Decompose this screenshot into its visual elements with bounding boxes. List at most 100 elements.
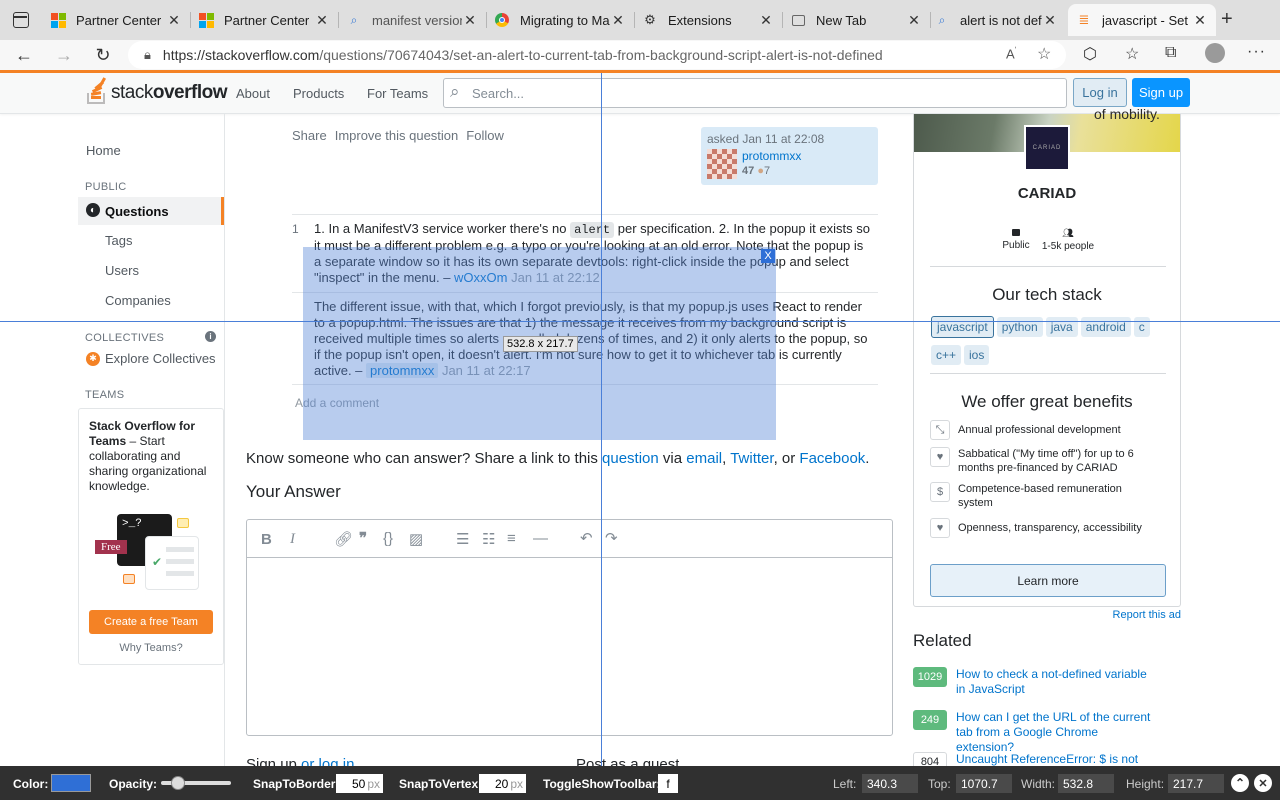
code-icon[interactable]: {}	[383, 530, 393, 547]
browser-tab[interactable]: ⌕ alert is not defined ✕	[926, 4, 1066, 36]
ordered-list-icon[interactable]: ☰	[456, 530, 469, 548]
unordered-list-icon[interactable]: ☷	[482, 530, 495, 548]
close-tab-icon[interactable]: ✕	[906, 12, 922, 29]
company-logo[interactable]: CARIAD	[1024, 125, 1070, 171]
close-tab-icon[interactable]: ✕	[1042, 12, 1058, 29]
login-link[interactable]: or log in	[301, 756, 354, 766]
sidebar-item-companies[interactable]: Companies	[105, 286, 171, 315]
browser-tab[interactable]: Migrating to Manifest ✕	[486, 4, 634, 36]
more-icon[interactable]: ···	[1247, 43, 1266, 61]
close-tab-icon[interactable]: ✕	[1192, 12, 1208, 29]
new-tab-icon[interactable]: +	[1221, 8, 1233, 31]
browser-tab[interactable]: New Tab ✕	[782, 4, 930, 36]
why-teams-link[interactable]: Why Teams?	[79, 642, 223, 654]
height-input[interactable]: 217.7	[1168, 774, 1224, 793]
opacity-slider-thumb[interactable]	[171, 776, 185, 790]
tag-c[interactable]: c	[1133, 317, 1150, 337]
favorites-icon[interactable]: ☆	[1125, 44, 1139, 64]
image-icon[interactable]: ▨	[409, 530, 423, 548]
heading-icon[interactable]: ≡	[507, 530, 516, 547]
left-input[interactable]: 340.3	[862, 774, 918, 793]
url-field[interactable]: 🔒︎ https://stackoverflow.com/questions/7…	[128, 41, 1066, 69]
related-item[interactable]: 804 Uncaught ReferenceError: $ is not	[913, 752, 1156, 766]
browser-tab[interactable]: ⚙ Extensions ✕	[634, 4, 782, 36]
browser-tab[interactable]: Partner Center ✕	[190, 4, 338, 36]
tag-python[interactable]: python	[996, 317, 1043, 337]
italic-icon[interactable]: I	[290, 531, 295, 548]
info-icon[interactable]: i	[205, 331, 216, 342]
sidebar-item-tags[interactable]: Tags	[105, 226, 132, 255]
sidebar-item-explore-collectives[interactable]: ✱ Explore Collectives	[86, 344, 216, 373]
related-link[interactable]: Uncaught ReferenceError: $ is not	[956, 752, 1156, 766]
url-host: https://stackoverflow.com	[162, 47, 320, 63]
horizontal-rule-icon[interactable]: —	[533, 530, 548, 547]
nav-about[interactable]: About	[236, 86, 270, 101]
undo-icon[interactable]: ↶	[580, 529, 593, 547]
tag-java[interactable]: java	[1045, 317, 1078, 337]
redo-icon[interactable]: ↷	[605, 529, 618, 547]
nav-for-teams[interactable]: For Teams	[367, 86, 428, 101]
read-aloud-icon[interactable]: Aʼ	[1006, 46, 1016, 61]
question-link[interactable]: question	[602, 450, 659, 467]
report-ad-link[interactable]: Report this ad	[1113, 609, 1181, 621]
close-tab-icon[interactable]: ✕	[166, 12, 182, 29]
link-icon[interactable]: 🔗︎	[334, 530, 353, 548]
related-link[interactable]: How to check a not-defined variable in J…	[956, 667, 1156, 697]
close-tab-icon[interactable]: ✕	[314, 12, 330, 29]
stackoverflow-logo[interactable]: stack overflow	[85, 77, 227, 108]
close-tab-icon[interactable]: ✕	[758, 12, 774, 29]
close-tab-icon[interactable]: ✕	[462, 12, 478, 29]
twitter-link[interactable]: Twitter	[730, 450, 773, 467]
quote-icon[interactable]: ❞	[359, 529, 367, 547]
browser-tab[interactable]: Partner Center ✕	[42, 4, 190, 36]
facebook-link[interactable]: Facebook	[799, 450, 865, 467]
tab-actions-icon[interactable]	[13, 12, 29, 28]
learn-more-button[interactable]: Learn more	[930, 564, 1166, 597]
color-swatch[interactable]	[51, 774, 91, 792]
snap-vertex-input[interactable]: 20 px	[479, 774, 526, 793]
improve-question-link[interactable]: Improve this question	[335, 128, 459, 143]
avatar[interactable]	[707, 149, 737, 179]
create-team-button[interactable]: Create a free Team	[89, 610, 213, 634]
answer-textarea[interactable]	[247, 559, 892, 735]
related-item[interactable]: 249 How can I get the URL of the current…	[913, 710, 1156, 755]
tag-android[interactable]: android	[1080, 317, 1131, 337]
tag-ios[interactable]: ios	[964, 345, 990, 365]
collections-icon[interactable]: ⧉	[1165, 44, 1176, 62]
email-link[interactable]: email	[686, 450, 722, 467]
refresh-icon[interactable]: ↻	[91, 43, 115, 67]
profile-avatar[interactable]	[1205, 43, 1225, 63]
opacity-slider[interactable]	[161, 776, 231, 790]
sidebar-item-questions[interactable]: ◐ Questions	[78, 197, 224, 225]
bold-icon[interactable]: B	[261, 531, 272, 548]
company-name[interactable]: CARIAD	[914, 185, 1180, 202]
related-item[interactable]: 1029 How to check a not-defined variable…	[913, 667, 1156, 697]
nav-products[interactable]: Products	[293, 86, 344, 101]
share-link[interactable]: Share	[292, 128, 327, 143]
related-link[interactable]: How can I get the URL of the current tab…	[956, 710, 1156, 755]
browser-tab[interactable]: ⌕ manifest version ✕	[338, 4, 486, 36]
follow-link[interactable]: Follow	[466, 128, 504, 143]
forward-icon[interactable]: →	[52, 43, 76, 67]
width-input[interactable]: 532.8	[1058, 774, 1114, 793]
extensions-icon[interactable]: ⬡	[1083, 44, 1097, 64]
favorite-add-icon[interactable]: ☆	[1037, 44, 1051, 64]
tag-javascript[interactable]: javascript	[931, 316, 994, 338]
login-button[interactable]: Log in	[1073, 78, 1127, 107]
search-input[interactable]: ⌕ Search...	[443, 78, 1067, 108]
snap-border-input[interactable]: 50 px	[336, 774, 383, 793]
sidebar-item-users[interactable]: Users	[105, 256, 139, 285]
close-toolbar-icon[interactable]: ✕	[1254, 774, 1272, 792]
toggle-toolbar-key[interactable]: f	[658, 774, 678, 793]
selection-close-button[interactable]: X	[761, 249, 775, 263]
browser-tab-active[interactable]: ≣ javascript - Set an alert ✕	[1068, 4, 1216, 36]
signup-button[interactable]: Sign up	[1132, 78, 1190, 107]
author-link[interactable]: protommxx	[742, 149, 801, 163]
back-icon[interactable]: ←	[12, 43, 36, 67]
close-tab-icon[interactable]: ✕	[610, 12, 626, 29]
tag-cpp[interactable]: c++	[931, 345, 962, 365]
collapse-toolbar-icon[interactable]: ⌃	[1231, 774, 1249, 792]
sidebar-item-home[interactable]: Home	[86, 136, 121, 165]
top-input[interactable]: 1070.7	[956, 774, 1012, 793]
benefit-item: ⤡ Annual professional development	[930, 420, 1164, 440]
